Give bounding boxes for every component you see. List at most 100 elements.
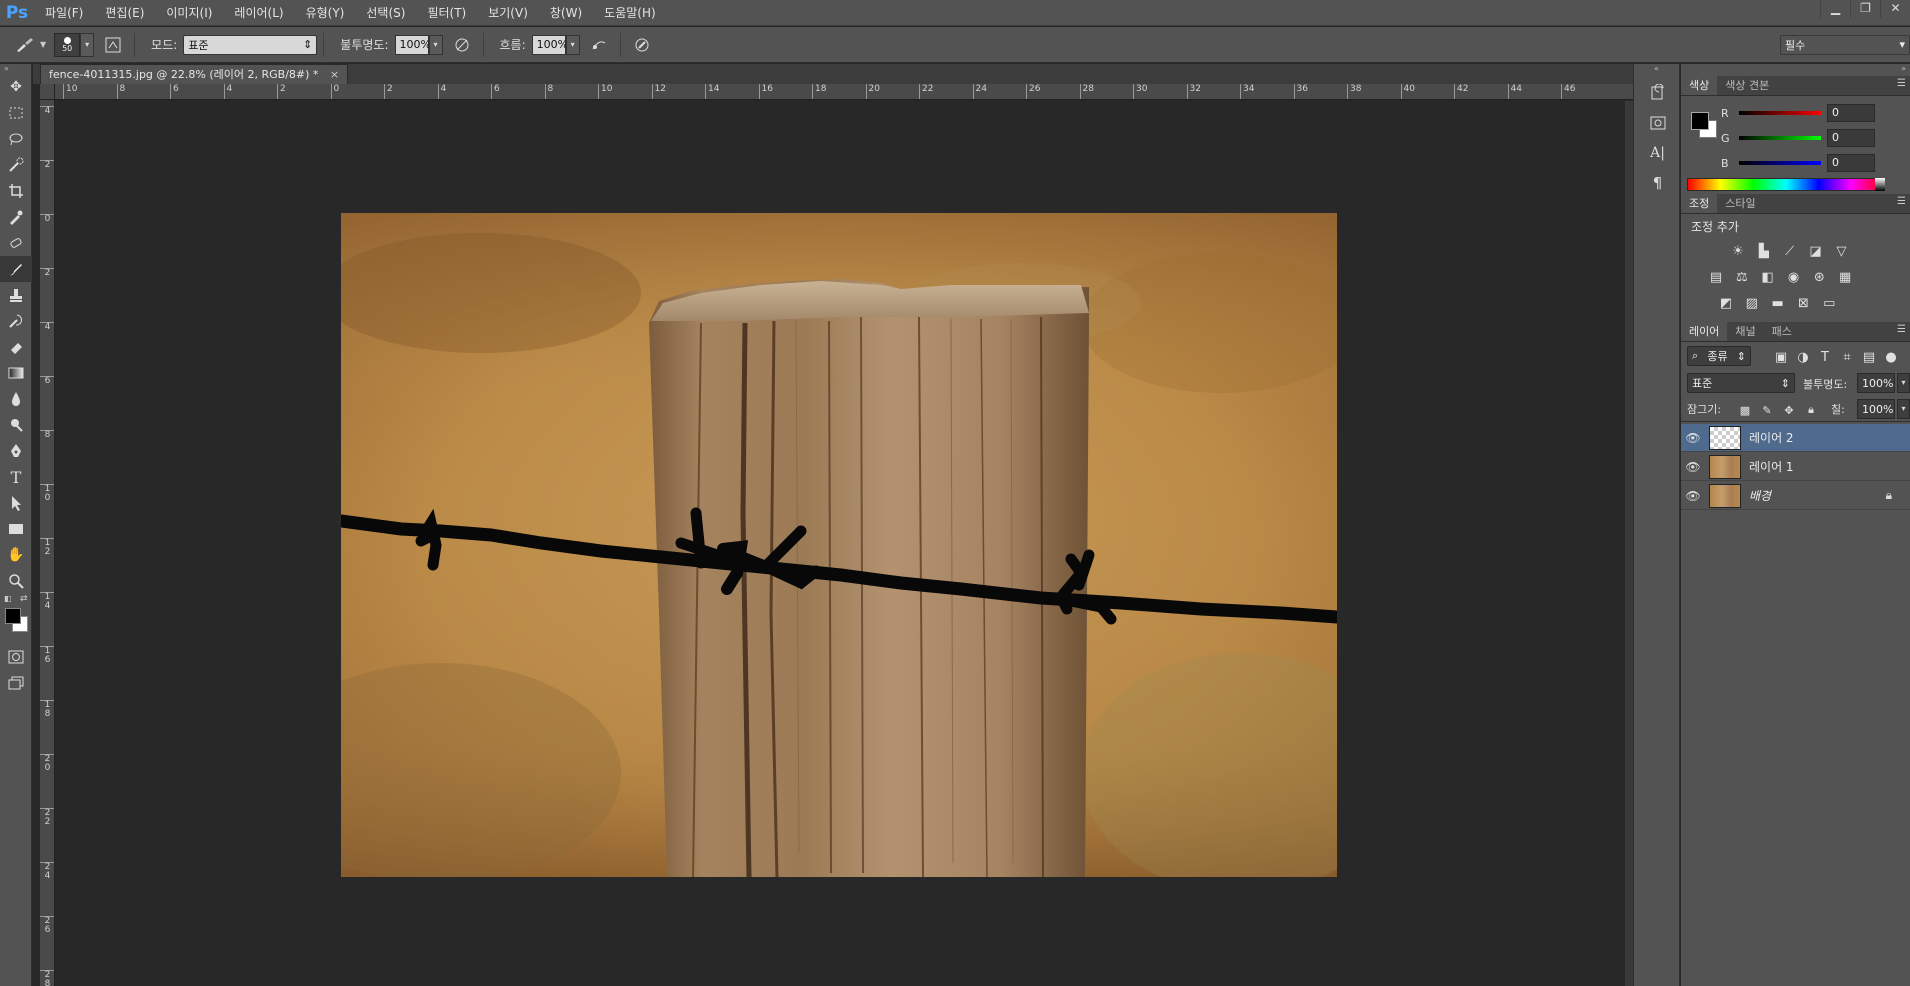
tab-layers[interactable]: 레이어 (1681, 322, 1728, 341)
menu-type[interactable]: 유형(Y) (295, 0, 356, 26)
opacity-field[interactable]: 100% (394, 34, 431, 55)
brightness-icon[interactable]: ☀ (1727, 240, 1749, 262)
color-lookup-icon[interactable]: ▦ (1834, 266, 1856, 288)
document-tab[interactable]: fence-4011315.jpg @ 22.8% (레이어 2, RGB/8#… (40, 64, 349, 84)
menu-edit[interactable]: 편집(E) (94, 0, 155, 26)
ruler-origin[interactable] (40, 84, 55, 100)
red-slider[interactable] (1739, 111, 1821, 115)
hand-tool-icon[interactable]: ✋ (0, 542, 32, 568)
close-button[interactable]: ✕ (1880, 0, 1910, 18)
selective-color-icon[interactable]: ⊠ (1792, 292, 1814, 314)
menu-filter[interactable]: 필터(T) (416, 0, 477, 26)
tab-styles[interactable]: 스타일 (1717, 194, 1763, 213)
color-balance-icon[interactable]: ⚖ (1731, 266, 1753, 288)
minimize-button[interactable]: ▁ (1820, 0, 1850, 18)
tab-swatches[interactable]: 색상 견본 (1717, 76, 1777, 95)
tab-channels[interactable]: 채널 (1727, 322, 1763, 341)
smart-object-filter-icon[interactable]: ▤ (1859, 346, 1879, 368)
fill-field[interactable]: 100% (1857, 399, 1895, 419)
quick-mask-icon[interactable] (0, 644, 32, 670)
visibility-eye-icon[interactable]: 👁︎ (1681, 460, 1705, 474)
layer-row[interactable]: 👁︎ 레이어 2 (1681, 424, 1910, 452)
menu-image[interactable]: 이미지(I) (155, 0, 223, 26)
character-panel-icon[interactable]: A| (1634, 138, 1681, 168)
menu-window[interactable]: 창(W) (539, 0, 593, 26)
screen-mode-icon[interactable] (0, 670, 32, 696)
default-colors-icon[interactable]: ◧ (4, 594, 12, 603)
vibrance-icon[interactable]: ▽ (1830, 240, 1852, 262)
levels-icon[interactable]: ▙ (1753, 240, 1775, 262)
gradient-map-icon[interactable]: ▭ (1818, 292, 1840, 314)
hue-saturation-icon[interactable]: ▤ (1705, 266, 1727, 288)
menu-view[interactable]: 보기(V) (477, 0, 539, 26)
layer-name[interactable]: 레이어 1 (1749, 458, 1794, 475)
properties-panel-icon[interactable] (1634, 108, 1681, 138)
foreground-color-chip[interactable] (1691, 112, 1709, 130)
menu-help[interactable]: 도움말(H) (593, 0, 667, 26)
green-value[interactable]: 0 (1827, 129, 1875, 147)
channel-mixer-icon[interactable]: ⊛ (1808, 266, 1830, 288)
flow-field[interactable]: 100% (531, 34, 568, 55)
layer-filter-dropdown[interactable]: ⌕ 종류 ⇕ (1687, 346, 1751, 366)
menu-layer[interactable]: 레이어(L) (223, 0, 294, 26)
visibility-eye-icon[interactable]: 👁︎ (1681, 489, 1705, 503)
color-spectrum-bar[interactable] (1687, 178, 1885, 191)
layer-name[interactable]: 레이어 2 (1749, 429, 1794, 446)
lock-transparent-icon[interactable]: ▩ (1735, 399, 1755, 421)
panel-menu-icon[interactable]: ☰ (1897, 324, 1906, 335)
posterize-icon[interactable]: ▨ (1741, 292, 1763, 314)
clone-stamp-tool-icon[interactable] (0, 282, 32, 308)
flow-arrow[interactable]: ▾ (565, 34, 580, 55)
panel-menu-icon[interactable]: ☰ (1897, 78, 1906, 89)
shape-filter-icon[interactable]: ⌗ (1837, 346, 1857, 368)
adjustment-filter-icon[interactable]: ◑ (1793, 346, 1813, 368)
type-tool-icon[interactable]: T (0, 464, 32, 490)
restore-button[interactable]: ❐ (1850, 0, 1880, 18)
workspace-dropdown[interactable]: 필수 ▾ (1780, 34, 1910, 55)
visibility-eye-icon[interactable]: 👁︎ (1681, 431, 1705, 445)
swap-colors-icon[interactable]: ⇄ (20, 594, 28, 604)
tab-paths[interactable]: 패스 (1764, 322, 1800, 341)
pressure-size-icon[interactable] (631, 34, 653, 56)
black-white-icon[interactable]: ◧ (1757, 266, 1779, 288)
rectangle-tool-icon[interactable] (0, 516, 32, 542)
document-image[interactable] (341, 213, 1337, 877)
lock-position-icon[interactable]: ✥ (1779, 399, 1799, 421)
airbrush-icon[interactable] (588, 34, 610, 56)
blue-slider[interactable] (1739, 161, 1821, 165)
tab-color[interactable]: 색상 (1681, 76, 1718, 95)
layer-row[interactable]: 👁︎ 레이어 1 (1681, 453, 1910, 481)
blur-tool-icon[interactable] (0, 386, 32, 412)
quick-selection-tool-icon[interactable] (0, 152, 32, 178)
marquee-tool-icon[interactable] (0, 100, 32, 126)
photo-filter-icon[interactable]: ◉ (1782, 266, 1804, 288)
move-tool-icon[interactable]: ✥ (0, 74, 32, 100)
threshold-icon[interactable]: ▬ (1767, 292, 1789, 314)
pixel-filter-icon[interactable]: ▣ (1771, 346, 1791, 368)
exposure-icon[interactable]: ◪ (1804, 240, 1826, 262)
brush-size-picker[interactable]: 50 (54, 32, 81, 57)
eyedropper-tool-icon[interactable] (0, 204, 32, 230)
brush-panel-toggle-icon[interactable] (102, 34, 124, 56)
brush-picker-arrow[interactable]: ▾ (80, 32, 95, 57)
brush-tool-icon[interactable] (0, 256, 32, 282)
red-value[interactable]: 0 (1827, 104, 1875, 122)
mode-dropdown[interactable]: 표준 ⇕ (183, 34, 318, 55)
zoom-tool-icon[interactable] (0, 568, 32, 594)
paragraph-panel-icon[interactable]: ¶ (1634, 168, 1681, 198)
vertical-ruler[interactable]: 4 2 0 2 4 6 8 1 0 1 2 1 4 1 6 1 8 2 0 2 2 2 4 2 6 2 8 (40, 100, 55, 986)
pen-tool-icon[interactable] (0, 438, 32, 464)
pressure-opacity-icon[interactable] (451, 34, 473, 56)
collapse-panels-icon[interactable]: » (1681, 64, 1910, 76)
type-filter-icon[interactable]: T (1815, 346, 1835, 368)
fill-arrow[interactable]: ▾ (1897, 399, 1910, 419)
menu-file[interactable]: 파일(F) (34, 0, 94, 26)
layer-opacity-arrow[interactable]: ▾ (1897, 373, 1910, 393)
blue-value[interactable]: 0 (1827, 154, 1875, 172)
collapse-strip-icon[interactable]: « (1634, 64, 1679, 78)
layer-opacity-field[interactable]: 100% (1857, 373, 1895, 393)
chevron-down-icon[interactable]: ▼ (40, 40, 46, 49)
horizontal-ruler[interactable]: 10 8 6 4 2 0 2 4 6 8 10 12 14 16 18 20 22 24 26 28 30 32 34 36 3… (55, 84, 1633, 100)
spot-healing-tool-icon[interactable] (0, 230, 32, 256)
panel-menu-icon[interactable]: ☰ (1897, 196, 1906, 207)
